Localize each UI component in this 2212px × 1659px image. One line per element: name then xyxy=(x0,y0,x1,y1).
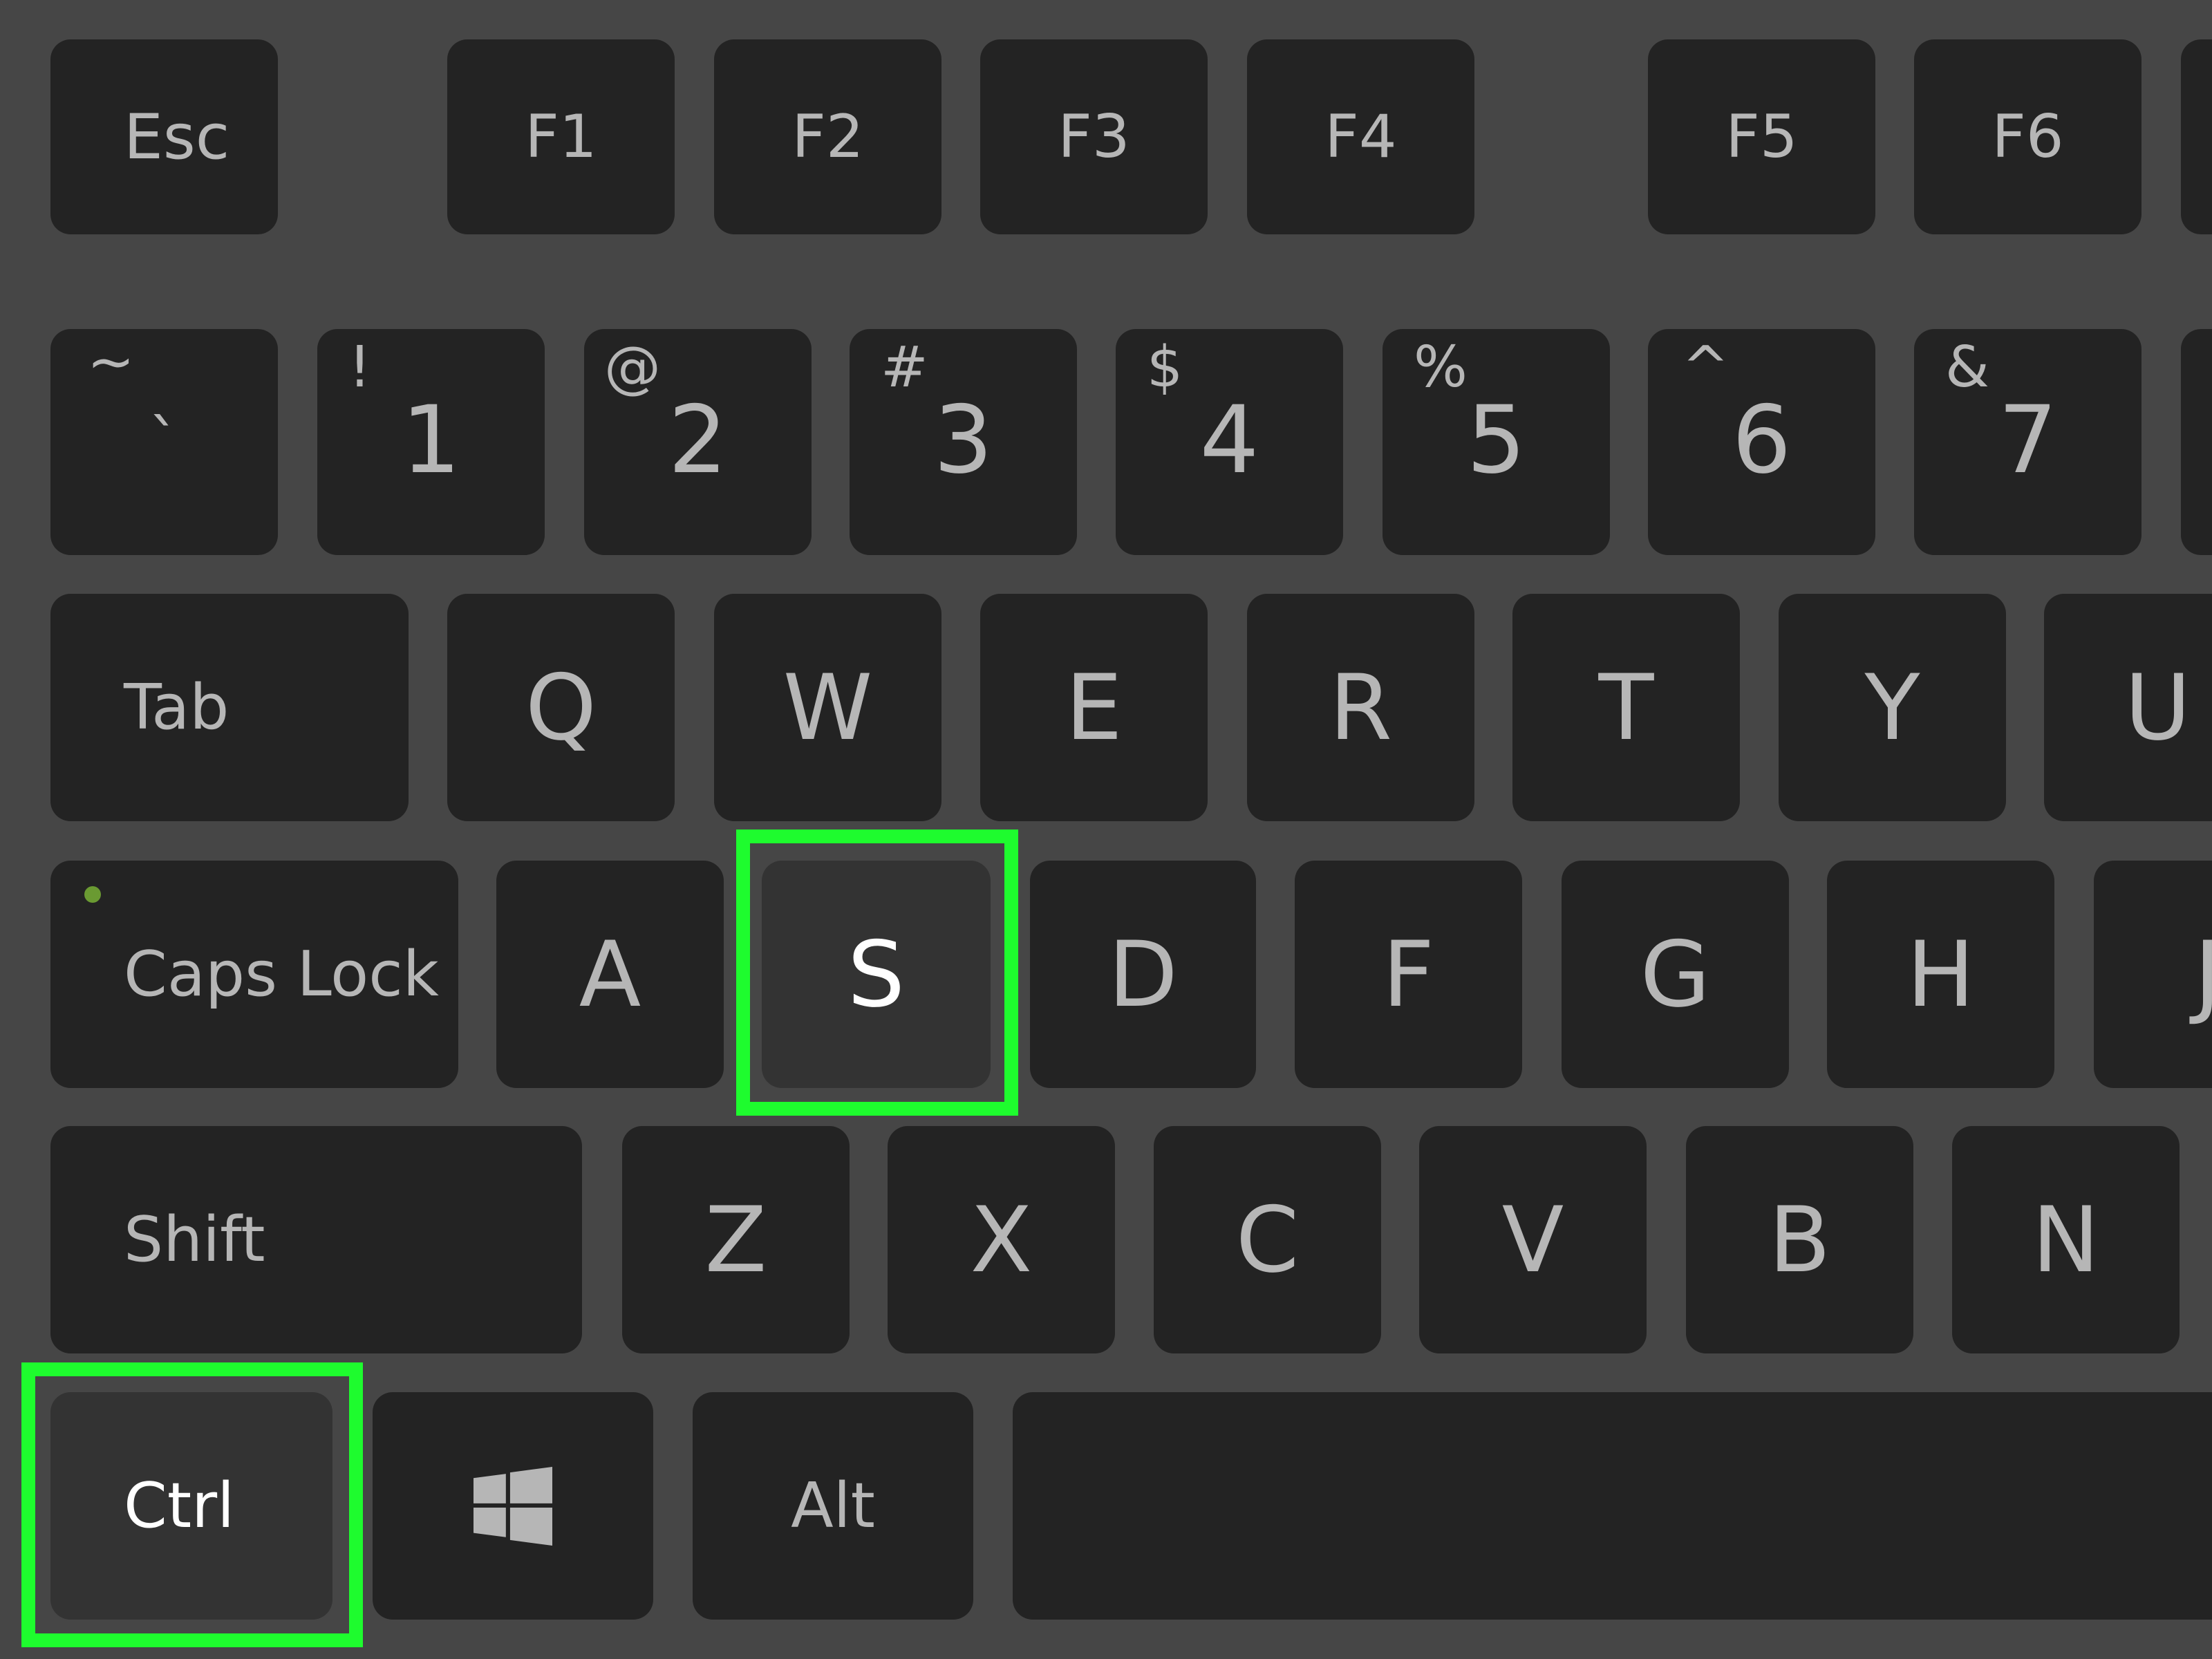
key-e[interactable]: E xyxy=(980,594,1208,821)
key-4[interactable]: $4 xyxy=(1116,329,1343,555)
key-x[interactable]: X xyxy=(888,1126,1115,1353)
highlight-ctrl xyxy=(21,1362,363,1647)
key-label: U xyxy=(2124,655,2191,760)
key-n[interactable]: N xyxy=(1952,1126,2180,1353)
key-space[interactable] xyxy=(1013,1392,2212,1620)
key-q[interactable]: Q xyxy=(447,594,675,821)
key-backtick[interactable]: ~ ` xyxy=(50,329,278,555)
key-label: F6 xyxy=(1991,102,2064,171)
key-f5[interactable]: F5 xyxy=(1648,39,1875,234)
key-3[interactable]: #3 xyxy=(850,329,1077,555)
key-label: 7 xyxy=(1998,386,2058,494)
key-label: E xyxy=(1065,655,1123,760)
key-z[interactable]: Z xyxy=(622,1126,850,1353)
key-caps-lock[interactable]: Caps Lock xyxy=(50,861,458,1088)
key-label: Z xyxy=(704,1187,767,1293)
key-f4[interactable]: F4 xyxy=(1247,39,1474,234)
key-r[interactable]: R xyxy=(1247,594,1474,821)
key-f6[interactable]: F6 xyxy=(1914,39,2141,234)
key-esc[interactable]: Esc xyxy=(50,39,278,234)
key-label: F3 xyxy=(1058,102,1130,171)
key-label: F4 xyxy=(1324,102,1397,171)
key-f3[interactable]: F3 xyxy=(980,39,1208,234)
key-label: H xyxy=(1906,921,1975,1027)
key-label: N xyxy=(2032,1187,2100,1293)
key-7[interactable]: & 7 xyxy=(1914,329,2141,555)
windows-logo-icon xyxy=(474,1466,552,1546)
key-label: D xyxy=(1108,921,1178,1027)
key-label: 1 xyxy=(401,386,461,494)
key-5[interactable]: % 5 xyxy=(1382,329,1610,555)
key-label: Alt xyxy=(791,1470,875,1542)
key-label: F xyxy=(1382,921,1435,1027)
highlight-s xyxy=(736,830,1018,1116)
key-f1[interactable]: F1 xyxy=(447,39,675,234)
key-label: X xyxy=(970,1187,1033,1293)
key-label: J xyxy=(2194,921,2212,1027)
key-label: V xyxy=(1501,1187,1564,1293)
key-label: ` xyxy=(149,406,180,479)
key-f7-partial[interactable] xyxy=(2181,39,2212,234)
key-label: Tab xyxy=(124,671,229,744)
key-6[interactable]: ^ 6 xyxy=(1648,329,1875,555)
key-b[interactable]: B xyxy=(1686,1126,1913,1353)
key-c[interactable]: C xyxy=(1154,1126,1381,1353)
key-h[interactable]: H xyxy=(1827,861,2054,1088)
key-label: C xyxy=(1235,1187,1300,1293)
key-label: F1 xyxy=(525,102,597,171)
key-d[interactable]: D xyxy=(1030,861,1256,1088)
key-f[interactable]: F xyxy=(1295,861,1522,1088)
key-label: Caps Lock xyxy=(124,938,439,1011)
key-8-partial[interactable] xyxy=(2181,329,2212,555)
key-g[interactable]: G xyxy=(1562,861,1789,1088)
key-label: Esc xyxy=(124,100,230,174)
caps-lock-indicator xyxy=(84,886,101,903)
key-label: F5 xyxy=(1725,102,1798,171)
key-label: 2 xyxy=(668,386,728,494)
key-label: 6 xyxy=(1732,386,1792,494)
key-label: A xyxy=(579,921,641,1027)
key-label: 5 xyxy=(1466,386,1526,494)
key-label: Q xyxy=(525,655,597,760)
key-v[interactable]: V xyxy=(1419,1126,1647,1353)
key-label: G xyxy=(1640,921,1711,1027)
key-label: 3 xyxy=(933,386,993,494)
key-shift[interactable]: Shift xyxy=(50,1126,582,1353)
key-tab[interactable]: Tab xyxy=(50,594,409,821)
key-alt[interactable]: Alt xyxy=(693,1392,973,1620)
key-label: B xyxy=(1768,1187,1831,1293)
key-2[interactable]: @2 xyxy=(584,329,812,555)
key-label: Y xyxy=(1864,655,1920,760)
key-w[interactable]: W xyxy=(714,594,941,821)
key-shift-label: ~ xyxy=(87,329,135,395)
key-label: R xyxy=(1329,655,1393,760)
key-u[interactable]: U xyxy=(2044,594,2212,821)
key-a[interactable]: A xyxy=(496,861,724,1088)
key-label: Shift xyxy=(124,1203,265,1276)
key-f2[interactable]: F2 xyxy=(714,39,941,234)
key-label: F2 xyxy=(791,102,864,171)
key-label: T xyxy=(1598,655,1654,760)
key-t[interactable]: T xyxy=(1512,594,1740,821)
key-windows[interactable] xyxy=(373,1392,653,1620)
key-label: 4 xyxy=(1199,386,1259,494)
key-y[interactable]: Y xyxy=(1779,594,2006,821)
key-j[interactable]: J xyxy=(2094,861,2212,1088)
key-1[interactable]: ! 1 xyxy=(317,329,545,555)
key-label: W xyxy=(782,655,873,760)
keyboard: Esc F1 F2 F3 F4 F5 F6 ~ ` ! 1 @2 #3 $4 % 5 … xyxy=(0,0,2212,1659)
